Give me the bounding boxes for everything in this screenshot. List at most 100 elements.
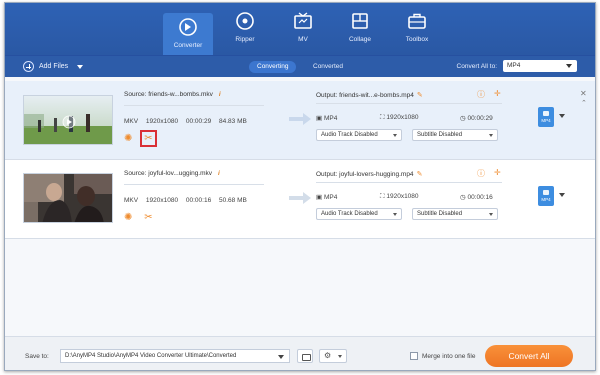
divider: [316, 182, 502, 183]
add-files-label: Add Files: [39, 63, 69, 70]
chevron-down-icon: [393, 212, 397, 216]
edit-tools: ✺ ✂: [124, 130, 157, 147]
tab-toolbox[interactable]: Toolbox: [395, 11, 439, 55]
output-filename-text: Output: joyful-lovers-hugging.mp4: [316, 171, 414, 178]
merge-checkbox[interactable]: [410, 352, 418, 360]
chevron-down-icon: [489, 212, 493, 216]
source-meta: MKV 1920x1080 00:00:29 84.83 MB: [124, 118, 253, 125]
info-icon[interactable]: i: [218, 170, 220, 177]
tab-converting[interactable]: Converting: [249, 61, 297, 73]
output-filename: Output: joyful-lovers-hugging.mp4 ✎: [316, 170, 422, 178]
chevron-down-icon: [566, 64, 572, 68]
enhance-icon[interactable]: ✺: [124, 133, 135, 144]
info-icon[interactable]: i: [219, 91, 221, 98]
subtitle-select[interactable]: Subtitle Disabled: [412, 129, 498, 141]
tab-collage[interactable]: Collage: [338, 11, 382, 55]
merge-option[interactable]: Merge into one file: [410, 352, 475, 360]
chevron-up-icon[interactable]: ⌃: [581, 99, 587, 107]
edit-icon[interactable]: ✎: [417, 171, 423, 178]
source-container: MKV: [124, 118, 139, 125]
output-duration-text: 00:00:29: [467, 115, 493, 122]
trim-icon[interactable]: ✛: [494, 89, 501, 100]
output-filename: Output: friends-wit...e-bombs.mp4 ✎: [316, 91, 423, 99]
cut-icon[interactable]: ✂: [140, 130, 157, 147]
chevron-down-icon: [489, 133, 493, 137]
divider: [124, 184, 264, 185]
file-row[interactable]: Source: joyful-lov...ugging.mkv i MKV 192…: [5, 160, 595, 238]
audio-track-select[interactable]: Audio Track Disabled: [316, 129, 402, 141]
source-filename: Source: joyful-lov...ugging.mkv i: [124, 170, 220, 177]
chevron-down-icon[interactable]: [559, 114, 565, 118]
source-size: 50.68 MB: [219, 197, 247, 204]
ripper-icon: [236, 12, 254, 30]
settings-button[interactable]: ⚙: [319, 349, 347, 363]
convert-all-button[interactable]: Convert All: [485, 345, 573, 367]
audio-track-value: Audio Track Disabled: [321, 211, 378, 217]
subtitle-value: Subtitle Disabled: [417, 132, 463, 138]
output-duration-text: 00:00:16: [467, 194, 493, 201]
chevron-down-icon[interactable]: [559, 193, 565, 197]
toolbox-icon: [408, 13, 426, 29]
tab-collage-label: Collage: [348, 36, 372, 43]
merge-label: Merge into one file: [422, 352, 476, 360]
output-resolution-text: 1920x1080: [386, 114, 419, 121]
save-path-select[interactable]: D:\AnyMP4 Studio\AnyMP4 Video Converter …: [60, 349, 290, 363]
file-row[interactable]: Source: friends-w...bombs.mkv i MKV 1920x…: [5, 81, 595, 159]
convert-all-format-select[interactable]: MP4: [503, 60, 577, 72]
open-folder-button[interactable]: [297, 349, 313, 363]
tab-ripper[interactable]: Ripper: [223, 11, 267, 55]
output-duration: ◷ 00:00:29: [460, 115, 493, 122]
enhance-icon[interactable]: ✺: [124, 212, 135, 223]
tab-converter-label: Converter: [173, 42, 203, 49]
info-circle-icon[interactable]: ⓘ: [477, 168, 485, 179]
source-meta: MKV 1920x1080 00:00:16 50.68 MB: [124, 197, 253, 204]
chevron-down-icon: [393, 133, 397, 137]
video-thumbnail[interactable]: [23, 173, 113, 223]
tab-mv-label: MV: [298, 36, 308, 43]
collage-icon: [352, 13, 368, 29]
tab-toolbox-label: Toolbox: [405, 36, 429, 43]
close-icon[interactable]: ✕: [580, 89, 587, 98]
save-to-label: Save to:: [25, 353, 49, 360]
app-window: Converter Ripper MV Collage Toolbox Add …: [4, 2, 596, 371]
cut-icon[interactable]: ✂: [143, 212, 154, 223]
source-filename-text: Source: friends-w...bombs.mkv: [124, 91, 213, 98]
output-format-text: MP4: [323, 194, 338, 201]
source-resolution: 1920x1080: [145, 197, 179, 204]
output-format-badge[interactable]: MP4: [538, 107, 554, 127]
output-format-text: MP4: [323, 115, 338, 122]
convert-all-format-value: MP4: [507, 62, 521, 69]
convert-arrow-icon: [289, 192, 311, 204]
chevron-down-icon[interactable]: [77, 64, 84, 69]
audio-track-select[interactable]: Audio Track Disabled: [316, 208, 402, 220]
source-size: 84.83 MB: [219, 118, 247, 125]
add-files-button[interactable]: Add Files: [23, 61, 84, 72]
source-filename: Source: friends-w...bombs.mkv i: [124, 91, 221, 98]
converter-icon: [179, 18, 197, 36]
save-path-value: D:\AnyMP4 Studio\AnyMP4 Video Converter …: [65, 353, 237, 359]
output-format: ▣ MP4: [316, 194, 338, 201]
source-container: MKV: [124, 197, 139, 204]
bottom-bar: Save to: D:\AnyMP4 Studio\AnyMP4 Video C…: [5, 336, 595, 370]
output-filename-text: Output: friends-wit...e-bombs.mp4: [316, 92, 414, 99]
subtitle-select[interactable]: Subtitle Disabled: [412, 208, 498, 220]
divider: [316, 103, 502, 104]
edit-icon[interactable]: ✎: [417, 92, 423, 99]
output-format: ▣ MP4: [316, 115, 338, 122]
video-thumbnail[interactable]: [23, 95, 113, 145]
divider: [5, 238, 595, 239]
subtitle-value: Subtitle Disabled: [417, 211, 463, 217]
source-resolution: 1920x1080: [145, 118, 179, 125]
mv-icon: [294, 12, 312, 29]
tab-converted[interactable]: Converted: [305, 61, 351, 73]
output-format-badge[interactable]: MP4: [538, 186, 554, 206]
chevron-down-icon: [278, 354, 284, 359]
info-circle-icon[interactable]: ⓘ: [477, 89, 485, 100]
tab-mv[interactable]: MV: [281, 11, 325, 55]
tab-converter[interactable]: Converter: [163, 13, 213, 55]
add-icon: [23, 61, 34, 72]
output-resolution: ⛶ 1920x1080: [380, 193, 419, 200]
trim-icon[interactable]: ✛: [494, 168, 501, 179]
convert-all-to: Convert All to: MP4: [457, 60, 577, 72]
toolbar: Add Files Converting Converted Convert A…: [5, 55, 595, 77]
